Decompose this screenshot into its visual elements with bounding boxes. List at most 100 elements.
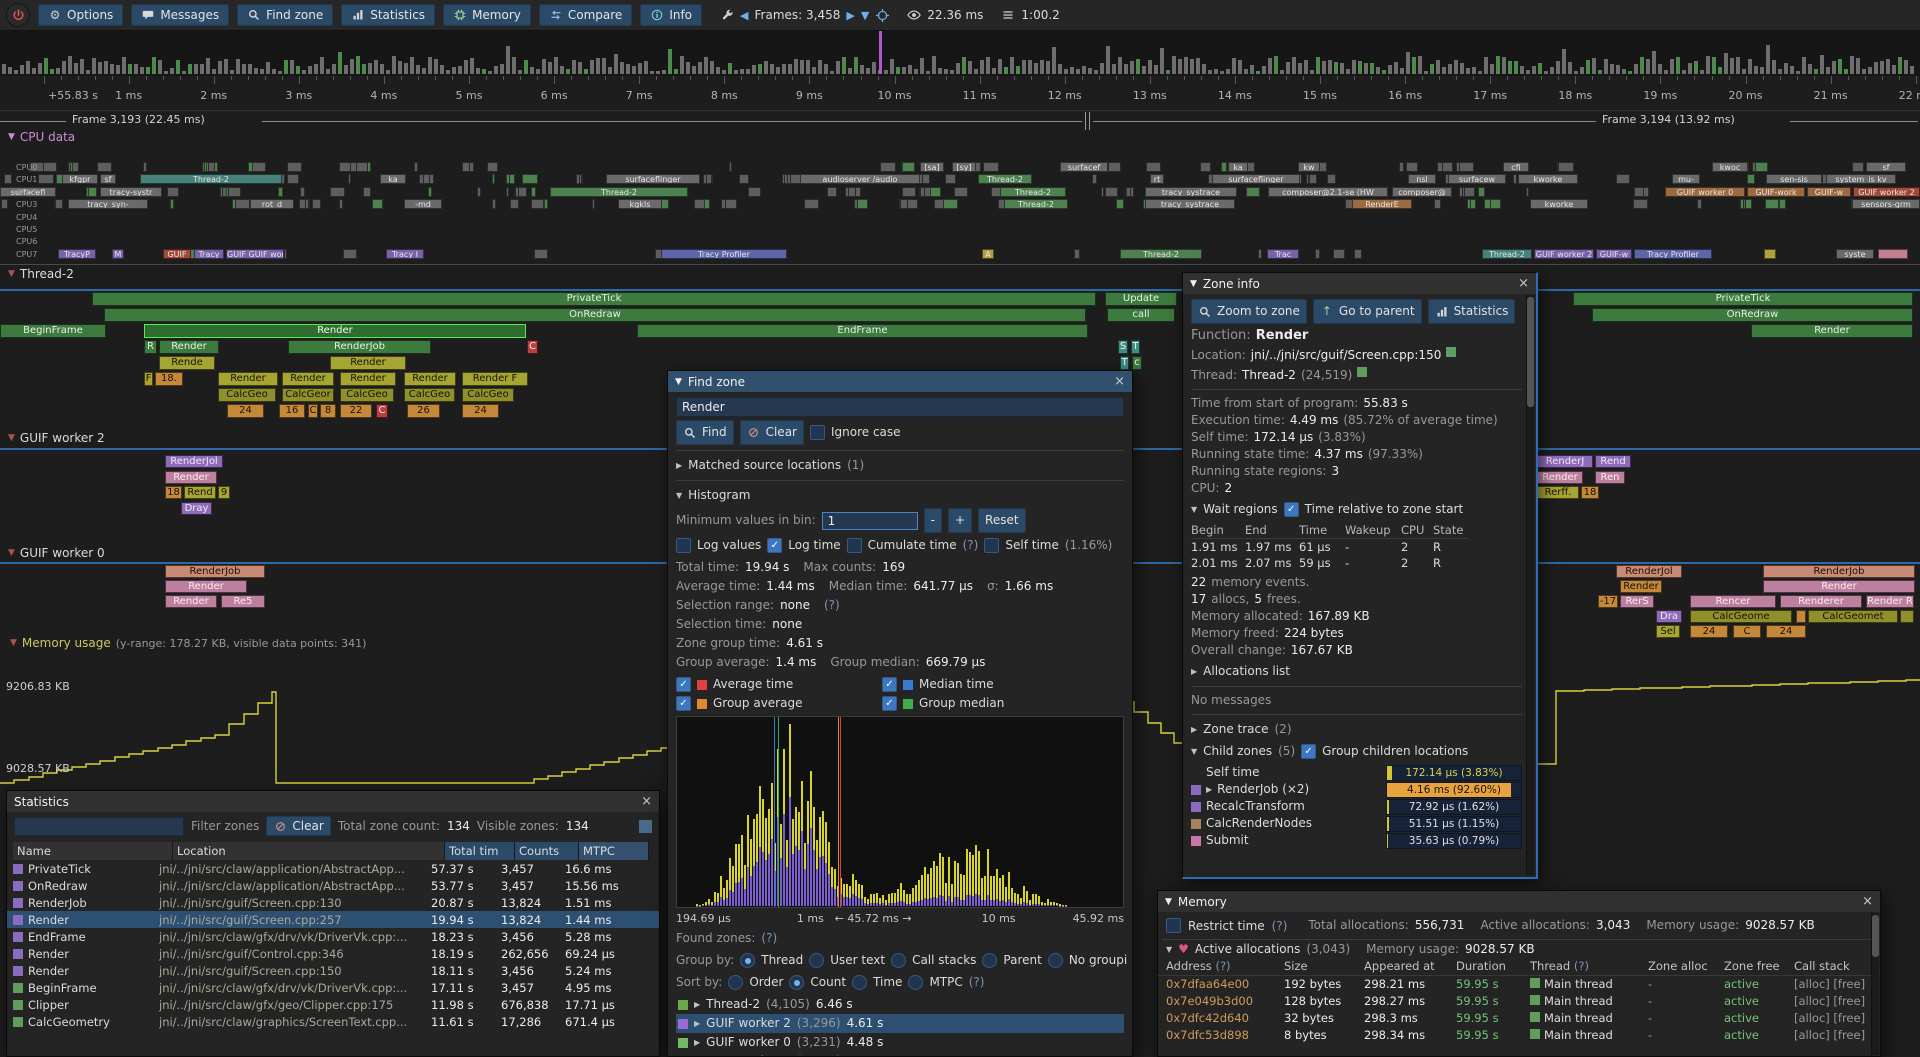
group-by-radio-call-stacks[interactable] [891, 953, 906, 968]
allocation-row-0x7e049b3d00[interactable]: 0x7e049b3d00128 bytes298.27 ms59.95 sMai… [1162, 993, 1876, 1010]
wait-column-cpu[interactable]: CPU [1401, 522, 1433, 539]
timeline-zone-renderer[interactable]: Renderer [1780, 595, 1862, 608]
zone-info-button-go-to-parent[interactable]: ↑Go to parent [1313, 299, 1422, 324]
cpu-zone[interactable] [1092, 174, 1097, 184]
legend-item-median-time[interactable]: ✓Median time [882, 675, 1082, 694]
power-button[interactable] [6, 3, 30, 27]
cpu-zone[interactable] [1634, 187, 1644, 197]
cpu-zone[interactable] [706, 174, 712, 184]
cpu-zone[interactable] [356, 162, 368, 172]
timeline-zone-renderjol[interactable]: RenderJol [165, 455, 223, 468]
cpu-zone[interactable] [363, 187, 371, 197]
timeline-zone-re5[interactable]: Re5 [221, 595, 265, 608]
collapse-icon[interactable]: ▼ [1191, 500, 1197, 519]
cpu-zone-composer-2-1-se-hw[interactable]: composer@2.1-se (HW [1268, 187, 1388, 197]
checkbox[interactable]: ✓ [882, 677, 897, 692]
timeline-zone-render[interactable]: Render [340, 372, 396, 386]
close-icon[interactable]: × [1518, 277, 1529, 290]
cpu-zone[interactable] [88, 187, 97, 197]
timeline-zone-s[interactable]: S [1118, 340, 1128, 354]
toolbar-button-info[interactable]: Info [640, 4, 702, 26]
appeared-cell[interactable]: 298.27 ms [1360, 993, 1452, 1010]
cpu-zone-sen-sis[interactable]: sen-sis [1766, 174, 1822, 184]
expand-icon[interactable]: ▶ [1191, 662, 1197, 681]
cpu-zone-tracy[interactable]: Tracy [194, 249, 224, 259]
cpu-zone[interactable] [704, 199, 710, 209]
call-stack-cell[interactable]: [alloc] [free] [1790, 1027, 1876, 1044]
sort-by-radio-time[interactable] [852, 975, 867, 990]
cpu-zone[interactable] [1478, 187, 1485, 197]
cpu-zone-md[interactable]: -md [404, 199, 442, 209]
column-header-total-tim[interactable]: Total tim [445, 842, 515, 860]
cpu-zone[interactable] [1074, 249, 1080, 259]
time-relative-checkbox[interactable]: ✓ [1284, 502, 1299, 517]
child-zones-header[interactable]: ▼ Child zones (5) ✓ Group children locat… [1191, 742, 1522, 761]
wait-column-state[interactable]: State [1433, 522, 1469, 539]
cpu-zone[interactable] [70, 162, 73, 172]
timeline-zone-render[interactable]: Render [1620, 580, 1662, 593]
child-zone-renderjob-2[interactable]: ▶RenderJob (×2)4.16 ms (92.60%) [1191, 781, 1522, 798]
cpu-zone[interactable] [312, 199, 321, 209]
cpu-zone[interactable] [284, 249, 287, 259]
timeline-zone-18[interactable]: 18. [155, 372, 183, 386]
cpu-zone-sa[interactable]: [sa] [920, 162, 944, 172]
cpu-zone[interactable] [343, 249, 357, 259]
legend-item-group-median[interactable]: ✓Group median [882, 694, 1082, 713]
cpu-zone[interactable] [902, 187, 916, 197]
cpu-zone[interactable] [208, 162, 215, 172]
statistics-row-renderjob[interactable]: RenderJobjni/../jni/src/guif/Screen.cpp:… [7, 894, 659, 911]
cpu-zone[interactable] [1697, 199, 1702, 209]
child-zone-self-time[interactable]: Self time172.14 µs (3.83%) [1191, 764, 1522, 781]
timeline-zone-8[interactable]: 8 [320, 404, 336, 418]
cpu-zone[interactable] [983, 162, 999, 172]
column-header-thread[interactable]: Thread (?) [1526, 958, 1644, 975]
cpu-zone[interactable] [804, 199, 819, 209]
cpu-zone[interactable] [725, 199, 737, 209]
cpu-zone[interactable] [1146, 162, 1161, 172]
cpu-zone[interactable] [300, 187, 305, 197]
timeline-zone-onredraw[interactable]: OnRedraw [1592, 308, 1913, 322]
cpu-zone-trac[interactable]: Trac [1267, 249, 1299, 259]
checkbox[interactable]: ✓ [676, 696, 691, 711]
cpu-zone[interactable] [330, 187, 345, 197]
toolbar-button-options[interactable]: ⚙Options [38, 4, 123, 26]
cpu-zone[interactable] [880, 162, 896, 172]
timeline-zone-renderjol[interactable]: RenderJol [1616, 565, 1682, 578]
timeline-zone-endframe[interactable]: EndFrame [637, 324, 1088, 338]
cpu-zone[interactable] [518, 187, 527, 197]
cpu-zone[interactable] [287, 174, 299, 184]
cpu-zone-thread-2[interactable]: Thread-2 [1482, 249, 1532, 259]
timeline-zone-render-r[interactable]: Render R [1866, 595, 1914, 608]
wait-column-end[interactable]: End [1245, 522, 1299, 539]
cpu-zone-ka[interactable]: ka [380, 174, 406, 184]
cpu-zone[interactable] [531, 187, 536, 197]
call-stack-cell[interactable]: [alloc] [free] [1790, 976, 1876, 993]
timeline-zone-privatetick[interactable]: PrivateTick [1573, 292, 1913, 306]
timeline-zone-render[interactable]: Render [165, 580, 247, 593]
toolbar-button-memory[interactable]: Memory [443, 4, 531, 26]
group-by-radio-parent[interactable] [982, 953, 997, 968]
cpu-zone[interactable] [1470, 199, 1476, 209]
group-by-radio-no-groupi[interactable] [1048, 953, 1063, 968]
appeared-cell[interactable]: 298.34 ms [1360, 1027, 1452, 1044]
cpu-zone[interactable] [143, 162, 147, 172]
cpu-zone[interactable] [1490, 199, 1501, 209]
wait-column-begin[interactable]: Begin [1191, 522, 1245, 539]
zone-info-button-statistics[interactable]: Statistics [1428, 299, 1516, 324]
cpu-zone[interactable] [857, 199, 868, 209]
statistics-row-privatetick[interactable]: PrivateTickjni/../jni/src/claw/applicati… [7, 860, 659, 877]
timeline-zone-render[interactable]: Render [404, 372, 456, 386]
timeline-zone-22[interactable]: 22 [340, 404, 372, 418]
cpu-zone-system-is-kv[interactable]: system_is kv [1826, 174, 1896, 184]
timeline-zone-render[interactable]: Render [165, 471, 217, 484]
toolbar-button-compare[interactable]: Compare [539, 4, 632, 26]
timeline-zone-render[interactable]: Render [1537, 471, 1583, 484]
wait-regions-header[interactable]: ▼ Wait regions ✓ Time relative to zone s… [1191, 500, 1522, 519]
cpu-zone-rt[interactable]: rt [1150, 174, 1164, 184]
checkbox-cumulate-time[interactable] [847, 538, 862, 553]
column-header-location[interactable]: Location [173, 842, 445, 860]
cpu-zone[interactable] [544, 199, 548, 209]
cpu-zone[interactable] [1354, 249, 1362, 259]
expand-icon[interactable]: ▶ [676, 456, 682, 475]
collapse-icon[interactable]: ▼ [8, 548, 15, 558]
